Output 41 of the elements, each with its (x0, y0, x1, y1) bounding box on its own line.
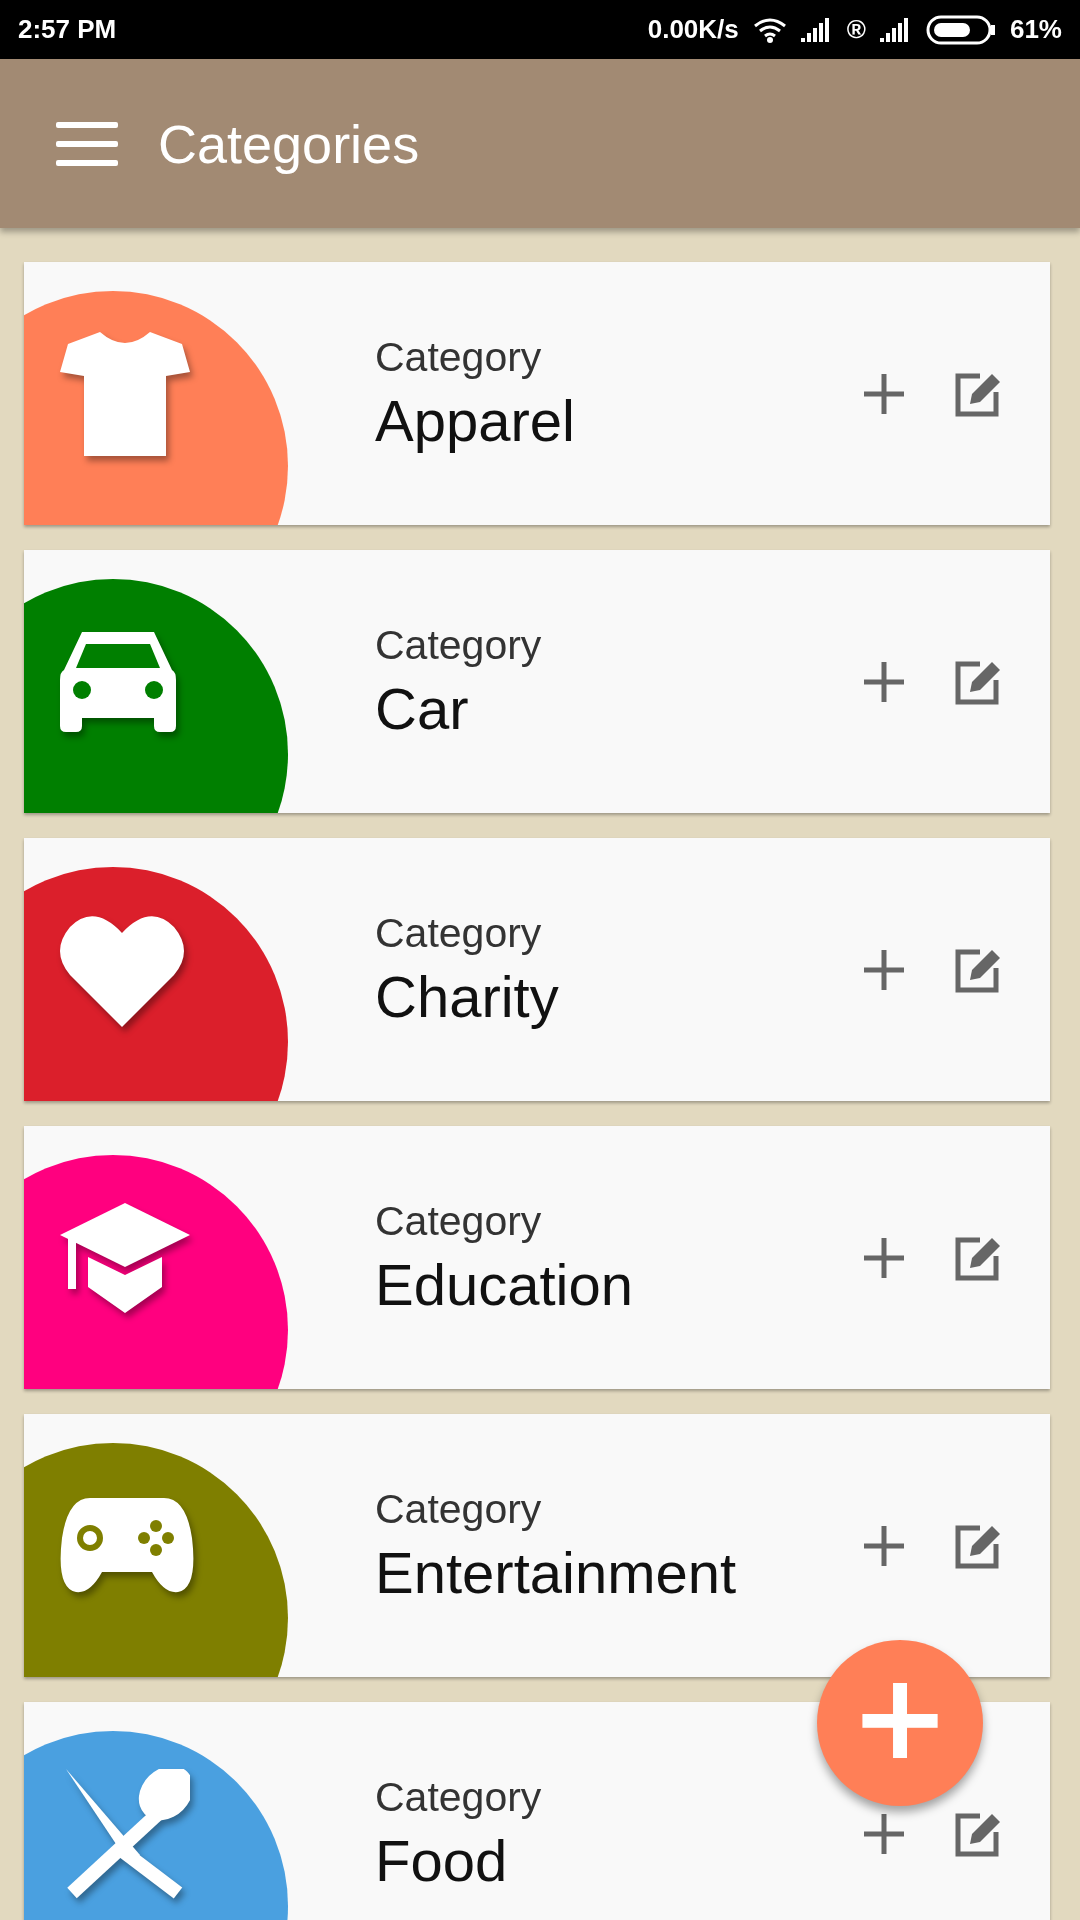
category-caption: Category (375, 1197, 542, 1245)
app-title: Categories (158, 112, 420, 175)
shirt-icon (60, 331, 190, 456)
category-card[interactable]: Category Car (24, 550, 1050, 813)
category-name: Apparel (375, 386, 575, 454)
status-time: 2:57 PM (18, 14, 117, 45)
category-caption: Category (375, 1485, 542, 1533)
category-name: Car (375, 674, 469, 742)
gamepad-icon (60, 1497, 194, 1594)
menu-button[interactable] (56, 121, 118, 166)
category-card[interactable]: Category Charity (24, 838, 1050, 1101)
graduation-cap-icon (60, 1202, 190, 1313)
plus-icon (862, 659, 906, 704)
car-icon (60, 631, 176, 732)
add-button[interactable] (862, 947, 906, 992)
category-caption: Category (375, 621, 542, 669)
plus-icon (862, 1235, 906, 1280)
category-name: Food (375, 1826, 508, 1894)
category-card[interactable]: Category Apparel (24, 262, 1050, 525)
category-caption: Category (375, 909, 542, 957)
add-button[interactable] (862, 1811, 906, 1856)
category-card[interactable]: Category Entertainment (24, 1414, 1050, 1677)
add-button[interactable] (862, 659, 906, 704)
category-name: Education (375, 1250, 633, 1318)
category-caption: Category (375, 333, 542, 381)
battery-percent: 61% (1009, 14, 1062, 45)
battery-icon (925, 14, 996, 45)
roaming-indicator: ® (846, 14, 866, 45)
plus-icon (862, 1811, 906, 1856)
add-button[interactable] (862, 371, 906, 416)
category-card[interactable]: Category Education (24, 1126, 1050, 1389)
plus-icon (862, 947, 906, 992)
wifi-icon (752, 16, 787, 43)
add-button[interactable] (862, 1235, 906, 1280)
add-button[interactable] (862, 1523, 906, 1568)
category-name: Charity (375, 962, 559, 1030)
category-name: Entertainment (375, 1538, 737, 1606)
plus-icon (862, 1523, 906, 1568)
category-caption: Category (375, 1773, 542, 1821)
network-speed: 0.00K/s (647, 14, 739, 45)
plus-icon (862, 371, 906, 416)
